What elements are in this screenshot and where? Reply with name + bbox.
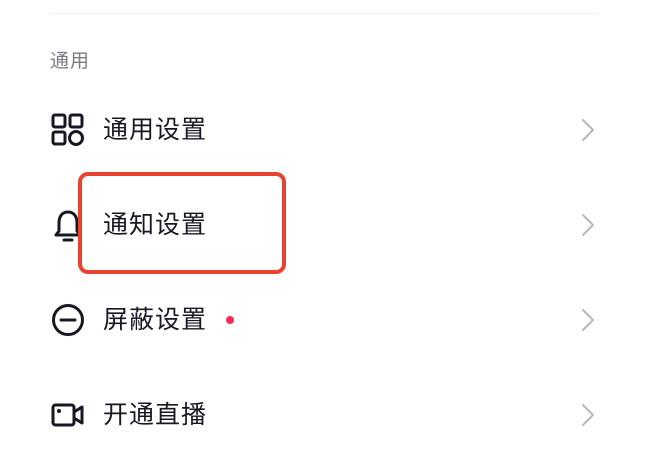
- settings-item-general[interactable]: 通用设置: [0, 100, 662, 160]
- settings-item-label: 屏蔽设置: [103, 305, 208, 334]
- chevron-right-icon: [582, 214, 594, 236]
- settings-item-label: 开通直播: [103, 400, 208, 429]
- top-divider: [50, 13, 598, 14]
- settings-item-live[interactable]: 开通直播: [0, 385, 662, 445]
- grid-icon: [51, 113, 84, 146]
- settings-page: 通用 通用设置 通知设置 屏蔽设置 开通直播: [0, 0, 662, 474]
- chevron-right-icon: [582, 309, 594, 331]
- chevron-right-icon: [582, 119, 594, 141]
- block-icon: [52, 304, 84, 336]
- highlight-box: [78, 172, 286, 274]
- settings-item-label: 通用设置: [103, 115, 208, 144]
- section-title: 通用: [50, 50, 91, 72]
- notification-dot: [226, 316, 234, 324]
- video-camera-icon: [51, 403, 84, 427]
- chevron-right-icon: [582, 404, 594, 426]
- settings-item-block[interactable]: 屏蔽设置: [0, 290, 662, 350]
